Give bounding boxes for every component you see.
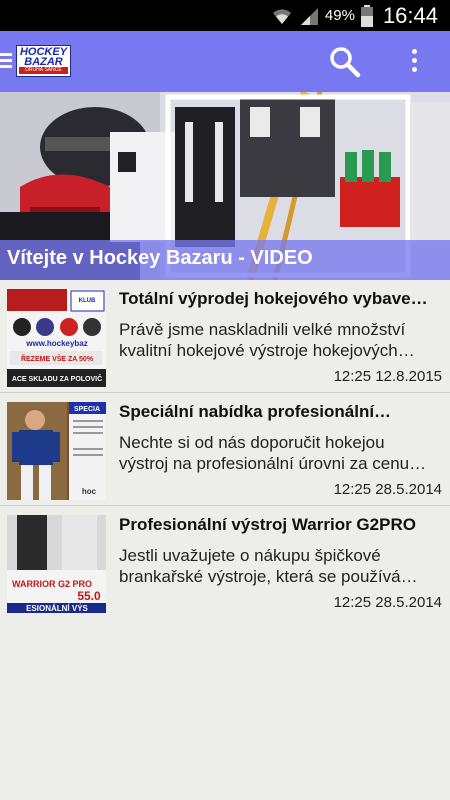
battery-percent: 49% xyxy=(324,7,355,24)
article-item[interactable]: SPECIA hoc Speciální nabídka profesionál… xyxy=(0,393,450,506)
thumb1-label-red: ŘEZEME VŠE ZA 50% xyxy=(21,354,94,363)
article-thumbnail: WARRIOR G2 PRO 55.0 ESIONÁLNÍ VÝS xyxy=(7,515,106,613)
article-description: Nechte si od nás doporučit hokejou výstr… xyxy=(119,433,427,473)
app-bar: HOCKEY BAZAR DRUHÁ ŠANCE xyxy=(0,31,450,92)
thumb2-label-top: SPECIA xyxy=(74,406,100,413)
article-thumbnail: SPECIA hoc xyxy=(7,402,106,500)
article-date: 12:25 28.5.2014 xyxy=(333,481,442,498)
search-button[interactable] xyxy=(328,45,362,79)
article-item[interactable]: KLUB www.hockeybaz ŘEZEME VŠE ZA 50% ACE… xyxy=(0,280,450,393)
more-vert-icon[interactable] xyxy=(404,45,424,79)
thumb1-label-bottom: ACE SKLADU ZA POLOVIČ xyxy=(12,374,102,383)
thumb3-label-bottom: ESIONÁLNÍ VÝS xyxy=(26,604,88,613)
search-icon xyxy=(330,47,361,78)
status-bar: 49% 16:44 xyxy=(0,0,450,31)
thumb1-label-top: KLUB xyxy=(79,298,96,304)
hero-title: Vítejte v Hockey Bazaru - VIDEO xyxy=(7,247,313,269)
article-item[interactable]: WARRIOR G2 PRO 55.0 ESIONÁLNÍ VÝS Profes… xyxy=(0,506,450,619)
article-description: Jestli uvažujete o nákupu špičkové brank… xyxy=(119,546,418,586)
menu-icon[interactable] xyxy=(0,53,12,69)
clock: 16:44 xyxy=(382,2,438,28)
wifi-icon xyxy=(272,8,291,24)
article-title: Profesionální výstroj Warrior G2PRO xyxy=(119,515,416,534)
thumb3-label-price: 55.0 xyxy=(77,589,101,603)
article-description: Právě jsme naskladnili velké množství kv… xyxy=(119,320,415,360)
thumb3-label-top: WARRIOR G2 PRO xyxy=(12,579,92,589)
signal-icon xyxy=(300,7,318,25)
battery-icon xyxy=(360,4,373,27)
article-thumbnail: KLUB www.hockeybaz ŘEZEME VŠE ZA 50% ACE… xyxy=(7,289,106,387)
app-logo[interactable]: HOCKEY BAZAR DRUHÁ ŠANCE xyxy=(16,45,71,77)
article-list: KLUB www.hockeybaz ŘEZEME VŠE ZA 50% ACE… xyxy=(0,280,450,619)
article-title: Speciální nabídka profesionální… xyxy=(119,402,392,421)
hero-banner[interactable]: Vítejte v Hockey Bazaru - VIDEO xyxy=(0,92,450,280)
logo-line3: DRUHÁ ŠANCE xyxy=(19,67,68,74)
article-title: Totální výprodej hokejového vybavení… xyxy=(119,289,437,308)
hero-caption: Vítejte v Hockey Bazaru - VIDEO xyxy=(0,240,450,280)
article-date: 12:25 28.5.2014 xyxy=(333,594,442,611)
thumb1-label-mid: www.hockeybaz xyxy=(25,339,88,348)
thumb2-label-bottom: hoc xyxy=(82,487,97,496)
article-date: 12:25 12.8.2015 xyxy=(333,368,442,385)
